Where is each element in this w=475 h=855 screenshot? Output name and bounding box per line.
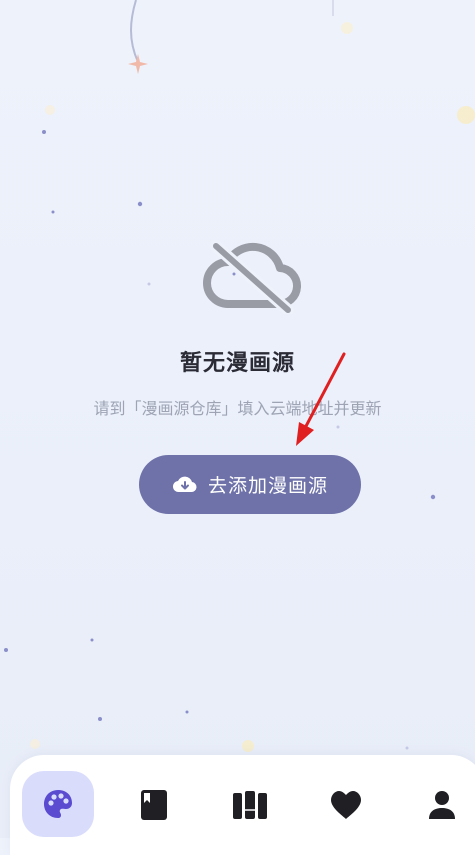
add-manga-source-button[interactable]: 去添加漫画源 xyxy=(139,455,361,514)
dot xyxy=(137,201,143,207)
hanging-string xyxy=(130,0,139,63)
person-icon xyxy=(429,791,455,819)
dot xyxy=(98,717,102,721)
glow-dot xyxy=(457,106,475,124)
dot xyxy=(42,130,46,134)
nav-item-sources[interactable] xyxy=(22,771,94,837)
dot xyxy=(430,494,436,500)
heart-icon xyxy=(331,791,361,819)
glow-dot xyxy=(30,739,40,749)
empty-subtitle: 请到「漫画源仓库」填入云端地址并更新 xyxy=(93,399,382,418)
dot xyxy=(185,710,189,714)
background-decoration xyxy=(4,0,475,752)
dot xyxy=(51,210,55,214)
bottom-nav xyxy=(10,755,475,855)
empty-title: 暂无漫画源 xyxy=(179,351,295,376)
glow-dot xyxy=(45,105,55,115)
nav-item-profile[interactable] xyxy=(406,771,475,839)
nav-item-favorites[interactable] xyxy=(310,771,382,839)
cloud-download-icon xyxy=(172,472,198,498)
nav-item-reading[interactable] xyxy=(118,771,190,839)
dot xyxy=(147,282,151,286)
book-icon xyxy=(141,790,167,820)
add-button-label: 去添加漫画源 xyxy=(207,475,328,497)
star-icon xyxy=(128,54,148,74)
palette-icon xyxy=(44,790,72,818)
glow-dot xyxy=(242,740,254,752)
library-icon xyxy=(233,791,267,819)
dot xyxy=(90,638,94,642)
cloud-off-icon xyxy=(203,240,302,314)
dot xyxy=(4,648,8,652)
glow-dot xyxy=(341,22,353,34)
nav-item-library[interactable] xyxy=(214,771,286,839)
annotation-arrow xyxy=(296,352,346,446)
dot xyxy=(405,746,409,750)
